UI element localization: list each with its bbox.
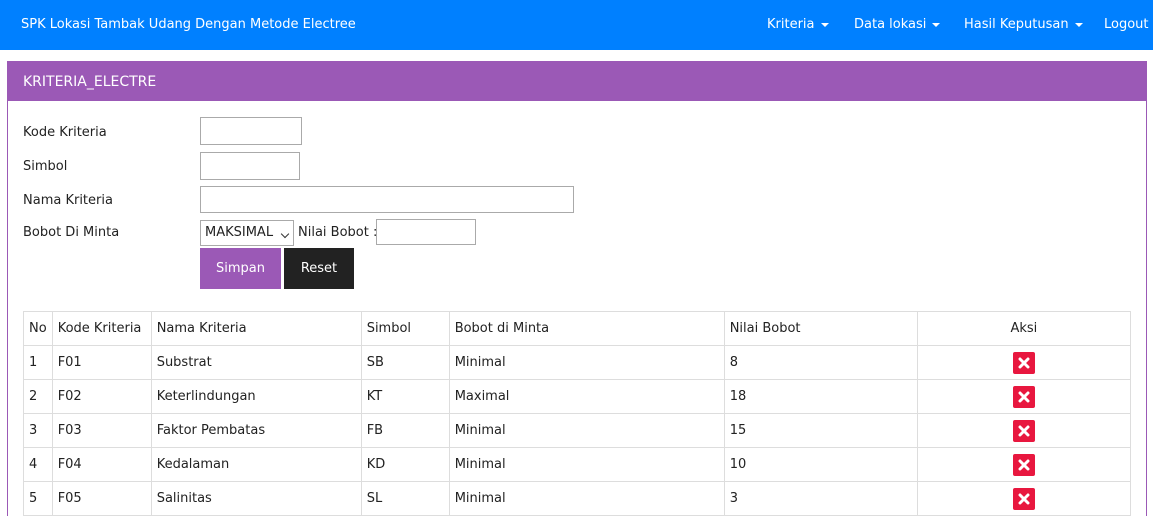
table-row: 3 F03 Faktor Pembatas FB Minimal 15 xyxy=(23,413,1132,448)
cell-nilai: 15 xyxy=(723,413,918,448)
delete-icon[interactable] xyxy=(1012,487,1035,510)
cell-simbol: SL xyxy=(360,481,450,516)
cell-no: 3 xyxy=(23,413,53,448)
simpan-button[interactable]: Simpan xyxy=(200,248,281,289)
kode-kriteria-input[interactable] xyxy=(200,117,302,145)
table-row: 5 F05 Salinitas SL Minimal 3 xyxy=(23,481,1132,516)
cell-no: 2 xyxy=(23,379,53,414)
nama-kriteria-input[interactable] xyxy=(200,186,574,213)
simbol-label: Simbol xyxy=(23,159,68,174)
panel-title: KRITERIA_ELECTRE xyxy=(8,62,1146,101)
cell-bobot: Maximal xyxy=(448,379,725,414)
cell-simbol: KD xyxy=(360,447,450,482)
navbar: SPK Lokasi Tambak Udang Dengan Metode El… xyxy=(0,0,1153,50)
cell-nama: Keterlindungan xyxy=(150,379,362,414)
nama-kriteria-label: Nama Kriteria xyxy=(23,193,113,208)
cell-bobot: Minimal xyxy=(448,345,725,380)
caret-down-icon xyxy=(1074,22,1083,27)
bobot-select[interactable]: MAKSIMAL xyxy=(200,220,294,246)
nilai-bobot-label: Nilai Bobot : xyxy=(298,225,378,240)
cell-no: 4 xyxy=(23,447,53,482)
nav-data-lokasi-label: Data lokasi xyxy=(854,17,927,32)
col-header-bobot: Bobot di Minta xyxy=(448,311,725,346)
cell-aksi xyxy=(916,379,1132,414)
cell-bobot: Minimal xyxy=(448,413,725,448)
bobot-select-value: MAKSIMAL xyxy=(205,225,274,240)
delete-icon[interactable] xyxy=(1012,453,1035,476)
chevron-down-icon xyxy=(280,229,290,239)
cell-simbol: SB xyxy=(360,345,450,380)
cell-nama: Substrat xyxy=(150,345,362,380)
app-brand[interactable]: SPK Lokasi Tambak Udang Dengan Metode El… xyxy=(21,17,356,32)
cell-nilai: 3 xyxy=(723,481,918,516)
cell-bobot: Minimal xyxy=(448,447,725,482)
kriteria-table: No Kode Kriteria Nama Kriteria Simbol Bo… xyxy=(23,311,1132,516)
col-header-nama: Nama Kriteria xyxy=(150,311,362,346)
reset-button[interactable]: Reset xyxy=(284,248,354,289)
table-row: 4 F04 Kedalaman KD Minimal 10 xyxy=(23,447,1132,482)
table-row: 1 F01 Substrat SB Minimal 8 xyxy=(23,345,1132,380)
caret-down-icon xyxy=(820,22,829,27)
col-header-nilai: Nilai Bobot xyxy=(723,311,918,346)
simbol-input[interactable] xyxy=(200,152,300,180)
col-header-aksi: Aksi xyxy=(916,311,1132,346)
col-header-no: No xyxy=(23,311,53,346)
delete-icon[interactable] xyxy=(1012,419,1035,442)
nav-kriteria-label: Kriteria xyxy=(767,17,815,32)
cell-simbol: KT xyxy=(360,379,450,414)
cell-nilai: 8 xyxy=(723,345,918,380)
cell-nama: Faktor Pembatas xyxy=(150,413,362,448)
cell-kode: F05 xyxy=(51,481,152,516)
caret-down-icon xyxy=(932,22,941,27)
cell-aksi xyxy=(916,447,1132,482)
delete-icon[interactable] xyxy=(1012,351,1035,374)
cell-nilai: 10 xyxy=(723,447,918,482)
cell-no: 1 xyxy=(23,345,53,380)
cell-kode: F03 xyxy=(51,413,152,448)
table-row: 2 F02 Keterlindungan KT Maximal 18 xyxy=(23,379,1132,414)
cell-simbol: FB xyxy=(360,413,450,448)
cell-no: 5 xyxy=(23,481,53,516)
cell-bobot: Minimal xyxy=(448,481,725,516)
cell-kode: F04 xyxy=(51,447,152,482)
cell-aksi xyxy=(916,413,1132,448)
kriteria-panel: KRITERIA_ELECTRE Kode Kriteria Simbol Na… xyxy=(7,61,1147,516)
delete-icon[interactable] xyxy=(1012,385,1035,408)
table-header-row: No Kode Kriteria Nama Kriteria Simbol Bo… xyxy=(23,311,1132,346)
nav-hasil-keputusan[interactable]: Hasil Keputusan xyxy=(964,17,1083,32)
nav-hasil-keputusan-label: Hasil Keputusan xyxy=(964,17,1069,32)
nilai-bobot-input[interactable] xyxy=(376,219,476,245)
cell-aksi xyxy=(916,345,1132,380)
cell-kode: F01 xyxy=(51,345,152,380)
cell-nilai: 18 xyxy=(723,379,918,414)
col-header-simbol: Simbol xyxy=(360,311,450,346)
cell-kode: F02 xyxy=(51,379,152,414)
cell-nama: Kedalaman xyxy=(150,447,362,482)
nav-kriteria[interactable]: Kriteria xyxy=(767,17,829,32)
cell-aksi xyxy=(916,481,1132,516)
cell-nama: Salinitas xyxy=(150,481,362,516)
kode-kriteria-label: Kode Kriteria xyxy=(23,125,107,140)
bobot-di-minta-label: Bobot Di Minta xyxy=(23,225,120,240)
nav-logout[interactable]: Logout xyxy=(1104,17,1149,32)
nav-data-lokasi[interactable]: Data lokasi xyxy=(854,17,941,32)
col-header-kode: Kode Kriteria xyxy=(51,311,152,346)
